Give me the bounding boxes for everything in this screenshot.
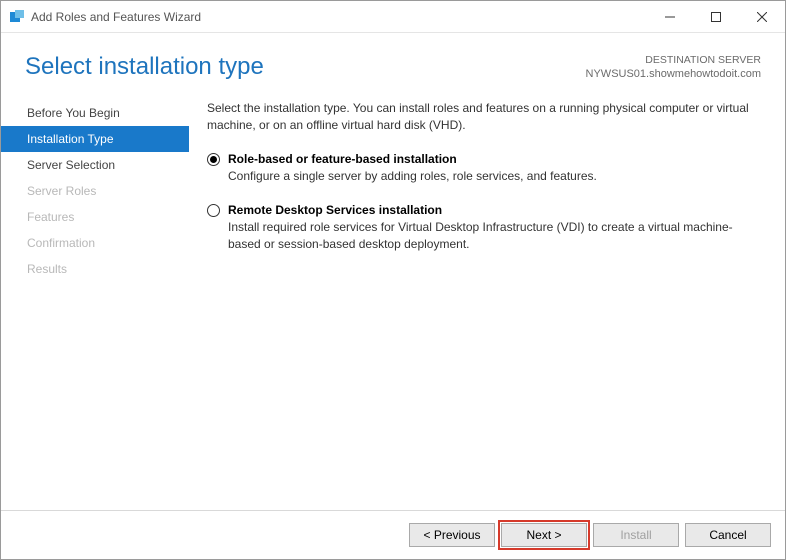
option-title: Role-based or feature-based installation bbox=[228, 151, 761, 168]
cancel-button[interactable]: Cancel bbox=[685, 523, 771, 547]
step-installation-type[interactable]: Installation Type bbox=[1, 126, 189, 152]
step-server-roles: Server Roles bbox=[1, 178, 189, 204]
content-pane: Select the installation type. You can in… bbox=[189, 100, 769, 510]
radio-role-based[interactable] bbox=[207, 153, 220, 166]
header: Select installation type DESTINATION SER… bbox=[1, 33, 785, 94]
footer: < Previous Next > Install Cancel bbox=[1, 510, 785, 559]
maximize-button[interactable] bbox=[693, 1, 739, 32]
body: Before You Begin Installation Type Serve… bbox=[1, 94, 785, 510]
destination-server-label: DESTINATION SERVER bbox=[586, 53, 761, 67]
step-features: Features bbox=[1, 204, 189, 230]
steps-sidebar: Before You Begin Installation Type Serve… bbox=[1, 100, 189, 510]
page-title: Select installation type bbox=[25, 53, 586, 81]
close-button[interactable] bbox=[739, 1, 785, 32]
intro-text: Select the installation type. You can in… bbox=[207, 100, 761, 135]
option-title: Remote Desktop Services installation bbox=[228, 202, 761, 219]
option-desc: Configure a single server by adding role… bbox=[228, 168, 761, 185]
wizard-window: Add Roles and Features Wizard Select ins… bbox=[0, 0, 786, 560]
destination-server-name: NYWSUS01.showmehowtodoit.com bbox=[586, 67, 761, 82]
minimize-button[interactable] bbox=[647, 1, 693, 32]
step-server-selection[interactable]: Server Selection bbox=[1, 152, 189, 178]
window-title: Add Roles and Features Wizard bbox=[31, 10, 647, 24]
previous-button[interactable]: < Previous bbox=[409, 523, 495, 547]
titlebar: Add Roles and Features Wizard bbox=[1, 1, 785, 33]
option-remote-desktop[interactable]: Remote Desktop Services installation Ins… bbox=[207, 202, 761, 254]
destination-server-info: DESTINATION SERVER NYWSUS01.showmehowtod… bbox=[586, 53, 761, 82]
step-results: Results bbox=[1, 256, 189, 282]
option-desc: Install required role services for Virtu… bbox=[228, 219, 761, 254]
next-button[interactable]: Next > bbox=[501, 523, 587, 547]
radio-remote-desktop[interactable] bbox=[207, 204, 220, 217]
app-icon bbox=[9, 9, 25, 25]
window-controls bbox=[647, 1, 785, 32]
install-button: Install bbox=[593, 523, 679, 547]
option-role-based[interactable]: Role-based or feature-based installation… bbox=[207, 151, 761, 186]
step-before-you-begin[interactable]: Before You Begin bbox=[1, 100, 189, 126]
step-confirmation: Confirmation bbox=[1, 230, 189, 256]
